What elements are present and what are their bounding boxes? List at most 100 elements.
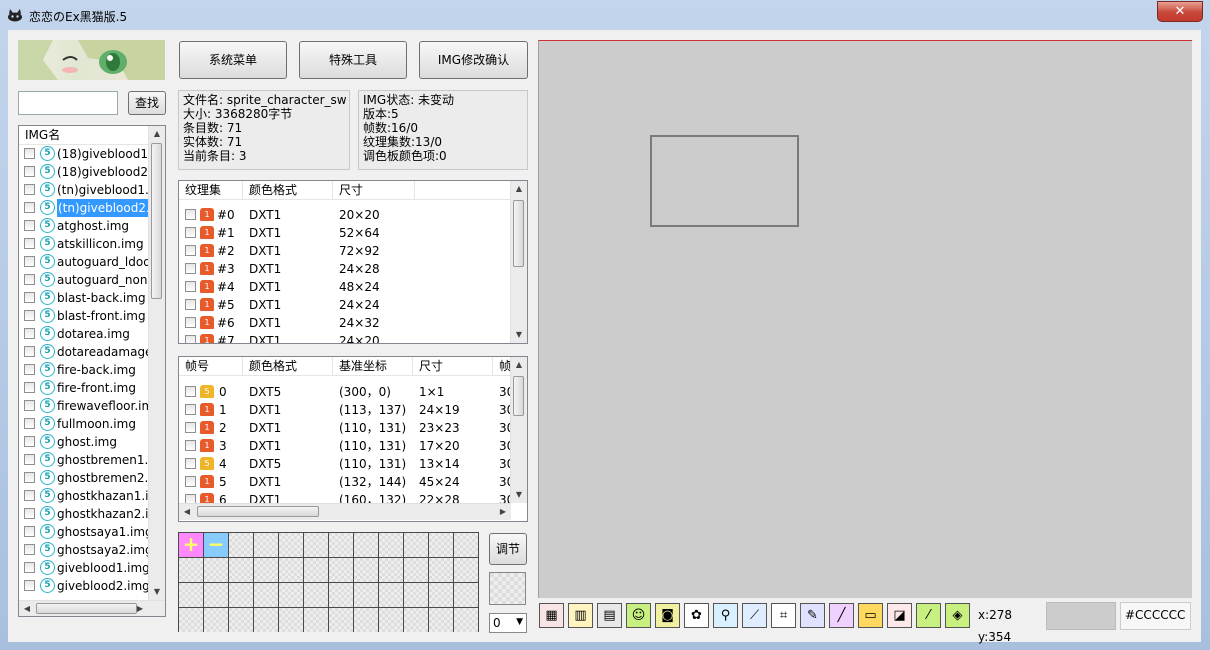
scroll-thumb[interactable] [513, 376, 524, 416]
rectangle-icon[interactable]: ▭ [858, 603, 883, 628]
palette-cell[interactable] [254, 533, 278, 557]
scroll-down-arrow[interactable]: ▼ [149, 584, 165, 600]
search-button[interactable]: 查找 [128, 91, 166, 115]
texture-table[interactable]: 纹理集 颜色格式 尺寸 1 #0 DXT1 20×20 1 #1 DXT1 52×64 1 #2 D… [178, 180, 528, 344]
column-header-img-name[interactable]: IMG名 [19, 126, 151, 144]
palette-cell[interactable] [429, 533, 453, 557]
img-list-header[interactable]: IMG名 [19, 126, 151, 145]
scroll-thumb[interactable] [151, 143, 162, 299]
palette-cell[interactable] [354, 583, 378, 607]
img-list-item[interactable]: 5 giveblood1.img [19, 559, 151, 577]
frame-row[interactable]: 13DXT1(110，131)17×2030 [179, 437, 511, 455]
texture-row[interactable]: 1 #3 DXT1 24×28 [179, 260, 511, 278]
add-color-icon[interactable]: + [179, 533, 203, 557]
checkbox[interactable] [185, 440, 196, 451]
frame-table-vscroll[interactable]: ▲ ▼ [510, 357, 527, 503]
img-list-item[interactable]: 5 fire-front.img [19, 379, 151, 397]
img-confirm-button[interactable]: IMG修改确认 [419, 41, 528, 79]
zoom-icon[interactable]: ⚲ [713, 603, 738, 628]
img-list-item[interactable]: 5 blast-front.img [19, 307, 151, 325]
palette-cell[interactable] [254, 608, 278, 632]
checkbox[interactable] [24, 166, 35, 177]
palette-cell[interactable] [404, 558, 428, 582]
checkbox[interactable] [24, 526, 35, 537]
column-header-color-format[interactable]: 颜色格式 [243, 181, 333, 199]
checkbox[interactable] [185, 422, 196, 433]
palette-cell[interactable] [229, 558, 253, 582]
palette-cell[interactable] [229, 608, 253, 632]
palette-cell[interactable] [304, 558, 328, 582]
palette-cell[interactable] [304, 583, 328, 607]
img-list-item[interactable]: 5 ghostkhazan2.img [19, 505, 165, 523]
checkbox[interactable] [24, 454, 35, 465]
scroll-thumb-horizontal[interactable] [36, 603, 137, 614]
eraser-icon[interactable]: ◪ [887, 603, 912, 628]
scroll-up-arrow[interactable]: ▲ [511, 181, 527, 197]
img-list-item[interactable]: 5 autoguard_none [19, 271, 155, 289]
ruler-icon[interactable]: ⟋ [742, 603, 767, 628]
img-list-item[interactable]: 5 ghost.img [19, 433, 151, 451]
special-tools-button[interactable]: 特殊工具 [299, 41, 407, 79]
camera-icon[interactable]: ◙ [655, 603, 680, 628]
palette-cell[interactable] [179, 608, 203, 632]
palette-cell[interactable] [329, 583, 353, 607]
checkbox[interactable] [24, 544, 35, 555]
frame-row[interactable]: 50DXT5(300，0)1×130 [179, 383, 511, 401]
scroll-thumb-horizontal[interactable] [197, 506, 319, 517]
texture-row[interactable]: 1 #5 DXT1 24×24 [179, 296, 511, 314]
scroll-down-arrow[interactable]: ▼ [511, 487, 527, 503]
frame-row[interactable]: 16DXT1(160，132)22×2830 [179, 491, 511, 503]
checkbox[interactable] [24, 364, 35, 375]
close-button[interactable]: ✕ [1157, 1, 1203, 22]
paw-icon[interactable]: ✿ [684, 603, 709, 628]
remove-color-icon[interactable]: − [204, 533, 228, 557]
checkbox[interactable] [185, 209, 196, 220]
palette-cell[interactable] [204, 608, 228, 632]
checkbox[interactable] [24, 436, 35, 447]
img-list-item[interactable]: 5dotareadamage.img [19, 343, 165, 361]
palette-icon[interactable]: ▥ [568, 603, 593, 628]
eyedropper-icon[interactable]: ⁄ [916, 603, 941, 628]
scroll-right-arrow[interactable]: ▶ [132, 601, 148, 616]
palette-cell[interactable] [404, 583, 428, 607]
palette-cell[interactable] [454, 558, 478, 582]
palette-cell[interactable] [429, 583, 453, 607]
frame-row[interactable]: 15DXT1(132，144)45×2430 [179, 473, 511, 491]
palette-select[interactable]: 0 ▼ [489, 613, 527, 633]
texture-row[interactable]: 1 #0 DXT1 20×20 [179, 206, 511, 224]
frame-row[interactable]: 12DXT1(110，131)23×2330 [179, 419, 511, 437]
palette-cell[interactable] [454, 583, 478, 607]
palette-cell[interactable] [404, 533, 428, 557]
checkbox[interactable] [24, 310, 35, 321]
img-list-item[interactable]: 5 atghost.img [19, 217, 151, 235]
img-list-item[interactable]: 5 ghostbremen1.img [19, 451, 165, 469]
img-list-item[interactable]: 5 fire-back.img [19, 361, 151, 379]
checkbox[interactable] [24, 580, 35, 591]
pencil-icon[interactable]: ✎ [800, 603, 825, 628]
palette-cell[interactable] [279, 583, 303, 607]
selection-rectangle[interactable] [650, 135, 799, 227]
palette-cell[interactable] [354, 533, 378, 557]
palette-cell[interactable] [379, 583, 403, 607]
palette-cell[interactable] [329, 533, 353, 557]
checkbox[interactable] [185, 404, 196, 415]
palette-cell[interactable] [229, 583, 253, 607]
fill-icon[interactable]: ◈ [945, 603, 970, 628]
img-list-item[interactable]: 5 (18)giveblood2.img [19, 163, 165, 181]
palette-grid[interactable]: + − [178, 532, 479, 632]
img-list-item[interactable]: 5 firewavefloor.img [19, 397, 161, 415]
column-header-texture[interactable]: 纹理集 [179, 181, 243, 199]
checkbox[interactable] [185, 494, 196, 503]
img-list-item[interactable]: 5 fullmoon.img [19, 415, 151, 433]
frame-row[interactable]: 11DXT1(113，137)24×1930 [179, 401, 511, 419]
palette-cell[interactable] [379, 533, 403, 557]
system-menu-button[interactable]: 系统菜单 [179, 41, 287, 79]
palette-cell[interactable] [304, 608, 328, 632]
checkbox[interactable] [24, 184, 35, 195]
checkbox[interactable] [24, 346, 35, 357]
film-icon[interactable]: ▤ [597, 603, 622, 628]
palette-cell[interactable] [254, 558, 278, 582]
palette-cell[interactable] [304, 533, 328, 557]
palette-cell[interactable] [204, 583, 228, 607]
palette-cell[interactable] [354, 558, 378, 582]
